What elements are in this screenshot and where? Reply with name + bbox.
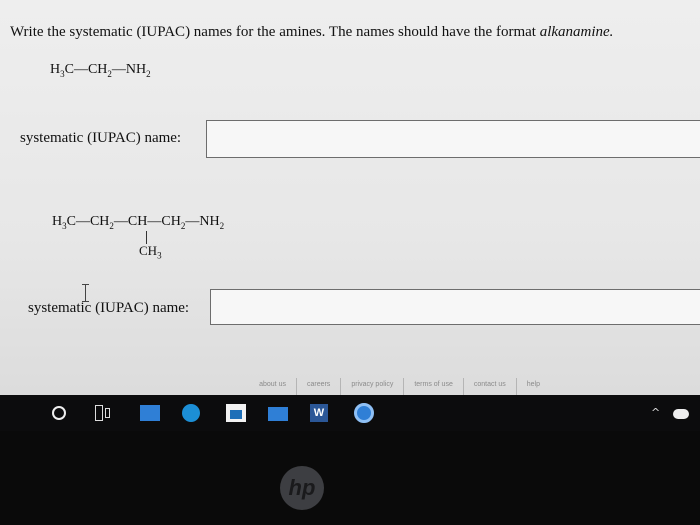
chrome-icon[interactable] bbox=[354, 403, 374, 423]
onedrive-icon[interactable] bbox=[673, 409, 689, 419]
footer-link-privacy[interactable]: privacy policy bbox=[340, 378, 403, 395]
mail-icon[interactable] bbox=[268, 407, 288, 421]
search-icon[interactable] bbox=[52, 406, 66, 420]
word-icon[interactable]: W bbox=[310, 404, 328, 422]
iupac-label-1: systematic (IUPAC) name: bbox=[20, 130, 182, 146]
windows-taskbar: W ^ bbox=[0, 395, 700, 431]
footer-link-careers[interactable]: careers bbox=[295, 378, 340, 395]
format-word: alkanamine. bbox=[539, 24, 614, 40]
browser-page: Write the systematic (IUPAC) names for t… bbox=[0, 0, 700, 395]
iupac-answer-input-1[interactable] bbox=[206, 120, 700, 158]
footer-links: about us careers privacy policy terms of… bbox=[0, 378, 700, 395]
task-view-icon[interactable] bbox=[95, 405, 111, 421]
footer-link-contact[interactable]: contact us bbox=[462, 378, 516, 395]
laptop-bezel bbox=[0, 431, 700, 525]
store-icon[interactable] bbox=[226, 404, 246, 422]
footer-link-terms[interactable]: terms of use bbox=[403, 378, 463, 395]
hp-logo: hp bbox=[280, 466, 324, 510]
question-instruction: Write the systematic (IUPAC) names for t… bbox=[10, 24, 540, 40]
edge-icon[interactable] bbox=[182, 404, 200, 422]
footer-link-about[interactable]: about us bbox=[249, 378, 296, 395]
formula-methyl-branch: CH3 bbox=[139, 243, 162, 261]
file-explorer-icon[interactable] bbox=[140, 405, 160, 421]
iupac-answer-input-2[interactable] bbox=[210, 289, 700, 325]
iupac-label-2: systematic (IUPAC) name: bbox=[28, 300, 190, 316]
chevron-up-icon[interactable]: ^ bbox=[651, 407, 661, 418]
formula-branched-amine: H3C—CH2—CH—CH2—NH2 bbox=[52, 214, 225, 231]
formula-ethylamine: H3C—CH2—NH2 bbox=[50, 62, 151, 79]
footer-link-help[interactable]: help bbox=[515, 378, 550, 395]
question-text: Write the systematic (IUPAC) names for t… bbox=[10, 24, 690, 41]
